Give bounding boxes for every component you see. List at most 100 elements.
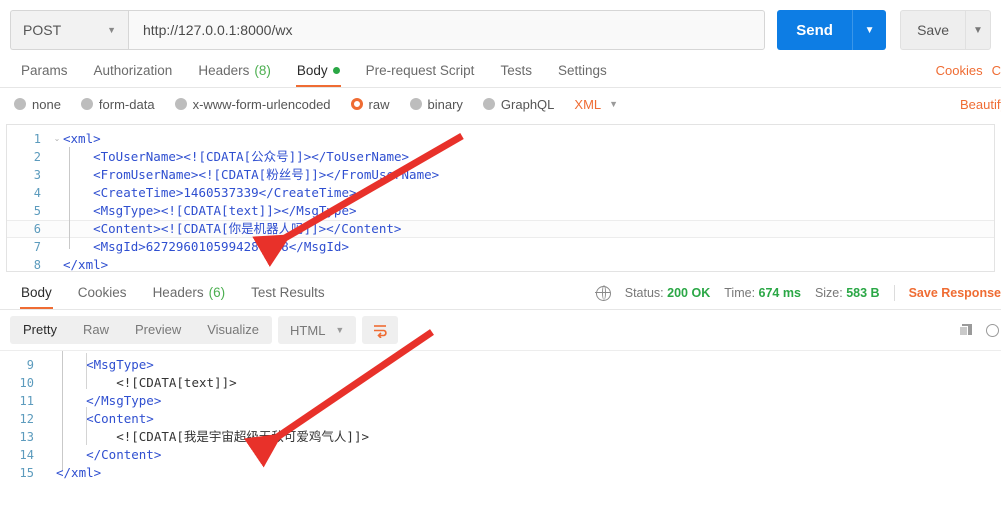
code-text: <MsgId>6272960105994287618</MsgId> [63,239,349,254]
tab-settings-label: Settings [557,63,607,78]
code-text: <CreateTime>1460537339</CreateTime> [63,185,357,200]
line-number: 8 [33,258,41,272]
fold-arrow-icon[interactable]: ⌄ [51,130,63,148]
view-mode-raw[interactable]: Raw [70,316,122,344]
response-tab-body[interactable]: Body [8,285,65,309]
indent-guide [62,351,63,470]
postman-window: POST ▼ http://127.0.0.1:8000/wx Send ▼ S… [0,0,1001,512]
response-tab-cookies[interactable]: Cookies [65,285,140,309]
request-tabs: Params Authorization Headers (8) Body Pr… [0,52,1001,88]
tab-body[interactable]: Body [284,63,353,87]
code-line: 12 <Content> [0,410,1001,428]
body-type-graphql-label: GraphQL [500,96,555,112]
line-number: 5 [33,204,41,218]
size-value: 583 B [846,286,880,300]
response-code-rows: 9 <MsgType> 10 <![CDATA[text]]> 11 </Msg… [0,351,1001,482]
time-value: 674 ms [758,286,801,300]
radio-icon [482,98,495,110]
http-method-select[interactable]: POST ▼ [10,10,128,50]
body-type-form-data[interactable]: form-data [80,97,155,112]
code-text: <MsgType> [56,357,154,372]
view-mode-pretty[interactable]: Pretty [10,316,70,344]
tab-headers-count: (8) [254,63,271,78]
line-number: 6 [33,222,41,236]
radio-icon [14,98,26,110]
code-text: <Content> [56,411,154,426]
body-format-select[interactable]: XML ▼ [574,97,618,112]
send-button[interactable]: Send [777,10,853,50]
tab-settings[interactable]: Settings [545,63,620,87]
code-link[interactable]: C [992,63,1001,78]
save-options-caret-icon[interactable]: ▼ [965,10,991,50]
code-line: 14 </Content> [0,446,1001,464]
view-mode-visualize[interactable]: Visualize [194,316,272,344]
copy-icon[interactable] [959,323,972,337]
search-icon[interactable] [986,323,999,337]
response-toolbar-right [959,323,999,337]
radio-icon [409,98,422,110]
tab-authorization[interactable]: Authorization [81,63,186,87]
code-line: 10 <![CDATA[text]]> [0,374,1001,392]
code-text: <FromUserName><![CDATA[粉丝号]]></FromUserN… [63,167,440,182]
response-tab-test-results[interactable]: Test Results [238,285,338,309]
response-tab-headers-count: (6) [208,285,226,300]
wrap-lines-button[interactable] [362,316,399,344]
view-mode-preview[interactable]: Preview [122,316,194,344]
line-number: 14 [19,448,34,462]
request-body-editor[interactable]: 1 ⌄ <xml> 2 <ToUserName><![CDATA[公众号]]><… [6,124,995,272]
body-type-none[interactable]: none [14,97,61,112]
code-text: <MsgType><![CDATA[text]]></MsgType> [63,203,357,218]
line-number: 3 [33,168,41,182]
body-type-binary[interactable]: binary [409,97,463,112]
wrap-lines-icon [373,324,387,338]
cookies-link[interactable]: Cookies [936,63,983,78]
send-options-caret-icon[interactable]: ▼ [852,10,887,50]
response-body-viewer[interactable]: 9 <MsgType> 10 <![CDATA[text]]> 11 </Msg… [0,350,1001,486]
status-label: Status: [624,286,664,300]
radio-icon [174,98,187,110]
status-group: Status: 200 OK [625,286,711,300]
beautify-button[interactable]: Beautify [960,97,1001,112]
response-tab-body-label: Body [21,285,52,300]
http-method-value: POST [23,22,62,38]
request-code-rows: 1 ⌄ <xml> 2 <ToUserName><![CDATA[公众号]]><… [7,125,994,272]
code-line: 4 <CreateTime>1460537339</CreateTime> [7,184,994,202]
globe-icon[interactable] [595,285,611,301]
tab-body-label: Body [296,63,328,78]
tab-params[interactable]: Params [8,63,81,87]
tab-authorization-label: Authorization [93,63,173,78]
response-tab-headers[interactable]: Headers (6) [140,285,239,309]
line-number: 10 [19,376,34,390]
save-button[interactable]: Save [900,10,965,50]
body-type-graphql[interactable]: GraphQL [482,96,555,112]
line-number: 12 [19,412,34,426]
url-value: http://127.0.0.1:8000/wx [143,22,293,38]
code-text: <xml> [63,131,101,146]
code-text: <![CDATA[我是宇宙超级无敌可爱鸡气人]]> [56,429,370,444]
tab-headers[interactable]: Headers (8) [185,63,284,87]
code-text: </Content> [56,447,162,462]
body-type-raw[interactable]: raw [350,97,390,112]
tab-pre-request-script[interactable]: Pre-request Script [353,63,488,87]
code-line: 8 </xml> [7,256,994,272]
tab-tests[interactable]: Tests [487,63,545,87]
response-tab-cookies-label: Cookies [77,285,127,300]
response-format-select[interactable]: HTML ▼ [278,316,357,344]
body-type-urlencoded[interactable]: x-www-form-urlencoded [174,97,331,112]
save-response-button[interactable]: Save Response [909,286,1001,300]
response-tab-headers-label: Headers [152,285,204,300]
code-text: </MsgType> [56,393,162,408]
tab-headers-label: Headers [198,63,250,78]
code-line: 2 <ToUserName><![CDATA[公众号]]></ToUserNam… [7,148,994,166]
url-input[interactable]: http://127.0.0.1:8000/wx [128,10,766,50]
code-line: 1 ⌄ <xml> [7,130,994,148]
response-tab-test-results-label: Test Results [251,285,325,300]
body-present-dot-icon [332,67,340,74]
